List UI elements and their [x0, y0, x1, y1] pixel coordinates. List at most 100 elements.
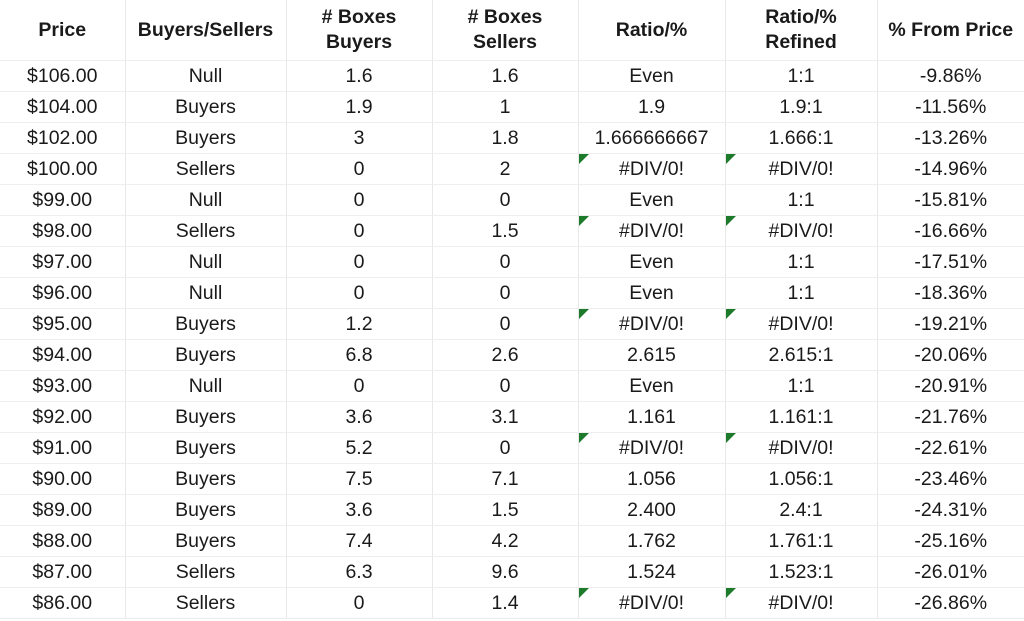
cell-price[interactable]: $104.00	[0, 91, 126, 123]
cell-boxes-sellers[interactable]: 2	[432, 153, 579, 185]
cell-boxes-sellers[interactable]: 3.1	[432, 401, 579, 433]
cell-boxes-sellers[interactable]: 0	[432, 370, 579, 402]
cell-ratio[interactable]: Even	[578, 277, 726, 309]
cell-ratio[interactable]: Even	[578, 370, 726, 402]
cell-boxes-buyers[interactable]: 6.3	[286, 556, 433, 588]
cell-boxes-buyers[interactable]: 1.6	[286, 60, 433, 92]
cell-ratio-refined[interactable]: 1.666:1	[725, 122, 878, 154]
table-row[interactable]: $96.00 Null 0 0 Even 1:1 -18.36%	[0, 277, 1024, 309]
cell-boxes-sellers[interactable]: 7.1	[432, 463, 579, 495]
cell-pct-from-price[interactable]: -17.51%	[877, 246, 1024, 278]
cell-boxes-buyers[interactable]: 1.2	[286, 308, 433, 340]
cell-boxes-sellers[interactable]: 0	[432, 277, 579, 309]
table-row[interactable]: $100.00 Sellers 0 2 #DIV/0! #DIV/0! -14.96%	[0, 153, 1024, 185]
cell-boxes-sellers[interactable]: 9.6	[432, 556, 579, 588]
cell-ratio-refined[interactable]: 1.761:1	[725, 525, 878, 557]
column-header-pct-from-price[interactable]: % From Price	[877, 0, 1024, 61]
table-row[interactable]: $98.00 Sellers 0 1.5 #DIV/0! #DIV/0! -16.66%	[0, 215, 1024, 247]
cell-ratio[interactable]: #DIV/0!	[578, 215, 726, 247]
table-row[interactable]: $106.00 Null 1.6 1.6 Even 1:1 -9.86%	[0, 60, 1024, 92]
cell-price[interactable]: $89.00	[0, 494, 126, 526]
cell-boxes-sellers[interactable]: 1.6	[432, 60, 579, 92]
cell-boxes-sellers[interactable]: 1.4	[432, 587, 579, 619]
cell-buyers-sellers[interactable]: Buyers	[125, 339, 287, 371]
table-row[interactable]: $90.00 Buyers 7.5 7.1 1.056 1.056:1 -23.46%	[0, 463, 1024, 495]
cell-buyers-sellers[interactable]: Sellers	[125, 153, 287, 185]
cell-boxes-sellers[interactable]: 1.5	[432, 494, 579, 526]
cell-boxes-buyers[interactable]: 0	[286, 277, 433, 309]
table-row[interactable]: $86.00 Sellers 0 1.4 #DIV/0! #DIV/0! -26.86%	[0, 587, 1024, 619]
cell-pct-from-price[interactable]: -24.31%	[877, 494, 1024, 526]
cell-ratio[interactable]: 1.666666667	[578, 122, 726, 154]
cell-price[interactable]: $92.00	[0, 401, 126, 433]
table-row[interactable]: $104.00 Buyers 1.9 1 1.9 1.9:1 -11.56%	[0, 91, 1024, 123]
column-header-ratio[interactable]: Ratio/%	[578, 0, 726, 61]
cell-boxes-sellers[interactable]: 0	[432, 308, 579, 340]
cell-pct-from-price[interactable]: -26.86%	[877, 587, 1024, 619]
cell-ratio-refined[interactable]: 2.615:1	[725, 339, 878, 371]
cell-pct-from-price[interactable]: -15.81%	[877, 184, 1024, 216]
column-header-price[interactable]: Price	[0, 0, 126, 61]
cell-ratio-refined[interactable]: 1:1	[725, 184, 878, 216]
cell-price[interactable]: $95.00	[0, 308, 126, 340]
cell-ratio[interactable]: Even	[578, 184, 726, 216]
cell-price[interactable]: $96.00	[0, 277, 126, 309]
cell-buyers-sellers[interactable]: Sellers	[125, 587, 287, 619]
cell-price[interactable]: $88.00	[0, 525, 126, 557]
cell-boxes-sellers[interactable]: 1.8	[432, 122, 579, 154]
cell-boxes-sellers[interactable]: 2.6	[432, 339, 579, 371]
cell-ratio-refined[interactable]: #DIV/0!	[725, 432, 878, 464]
cell-ratio-refined[interactable]: 1.161:1	[725, 401, 878, 433]
table-row[interactable]: $92.00 Buyers 3.6 3.1 1.161 1.161:1 -21.76%	[0, 401, 1024, 433]
cell-price[interactable]: $106.00	[0, 60, 126, 92]
cell-pct-from-price[interactable]: -25.16%	[877, 525, 1024, 557]
cell-ratio-refined[interactable]: #DIV/0!	[725, 215, 878, 247]
table-row[interactable]: $91.00 Buyers 5.2 0 #DIV/0! #DIV/0! -22.61%	[0, 432, 1024, 464]
cell-price[interactable]: $100.00	[0, 153, 126, 185]
cell-boxes-sellers[interactable]: 1	[432, 91, 579, 123]
cell-ratio[interactable]: 1.161	[578, 401, 726, 433]
cell-boxes-sellers[interactable]: 1.5	[432, 215, 579, 247]
table-row[interactable]: $89.00 Buyers 3.6 1.5 2.400 2.4:1 -24.31%	[0, 494, 1024, 526]
cell-boxes-buyers[interactable]: 1.9	[286, 91, 433, 123]
cell-pct-from-price[interactable]: -13.26%	[877, 122, 1024, 154]
cell-buyers-sellers[interactable]: Sellers	[125, 556, 287, 588]
column-header-boxes-sellers[interactable]: # Boxes Sellers	[432, 0, 579, 61]
column-header-ratio-refined[interactable]: Ratio/% Refined	[725, 0, 878, 61]
cell-ratio-refined[interactable]: 1:1	[725, 60, 878, 92]
cell-buyers-sellers[interactable]: Buyers	[125, 91, 287, 123]
cell-ratio-refined[interactable]: #DIV/0!	[725, 153, 878, 185]
cell-boxes-buyers[interactable]: 0	[286, 370, 433, 402]
cell-buyers-sellers[interactable]: Null	[125, 370, 287, 402]
column-header-buyers-sellers[interactable]: Buyers/Sellers	[125, 0, 287, 61]
cell-buyers-sellers[interactable]: Null	[125, 184, 287, 216]
cell-buyers-sellers[interactable]: Buyers	[125, 432, 287, 464]
cell-price[interactable]: $94.00	[0, 339, 126, 371]
table-row[interactable]: $99.00 Null 0 0 Even 1:1 -15.81%	[0, 184, 1024, 216]
cell-pct-from-price[interactable]: -19.21%	[877, 308, 1024, 340]
cell-ratio-refined[interactable]: 1:1	[725, 246, 878, 278]
cell-ratio[interactable]: 2.615	[578, 339, 726, 371]
table-row[interactable]: $93.00 Null 0 0 Even 1:1 -20.91%	[0, 370, 1024, 402]
table-row[interactable]: $87.00 Sellers 6.3 9.6 1.524 1.523:1 -26.01%	[0, 556, 1024, 588]
cell-ratio-refined[interactable]: 1:1	[725, 277, 878, 309]
cell-ratio[interactable]: Even	[578, 246, 726, 278]
cell-ratio[interactable]: #DIV/0!	[578, 432, 726, 464]
cell-buyers-sellers[interactable]: Buyers	[125, 525, 287, 557]
cell-ratio-refined[interactable]: 1:1	[725, 370, 878, 402]
cell-buyers-sellers[interactable]: Buyers	[125, 401, 287, 433]
cell-boxes-buyers[interactable]: 0	[286, 246, 433, 278]
cell-boxes-buyers[interactable]: 3.6	[286, 494, 433, 526]
cell-price[interactable]: $91.00	[0, 432, 126, 464]
cell-pct-from-price[interactable]: -21.76%	[877, 401, 1024, 433]
cell-ratio[interactable]: #DIV/0!	[578, 153, 726, 185]
cell-boxes-buyers[interactable]: 3	[286, 122, 433, 154]
cell-boxes-sellers[interactable]: 0	[432, 184, 579, 216]
cell-buyers-sellers[interactable]: Null	[125, 60, 287, 92]
cell-boxes-buyers[interactable]: 6.8	[286, 339, 433, 371]
cell-pct-from-price[interactable]: -11.56%	[877, 91, 1024, 123]
cell-pct-from-price[interactable]: -18.36%	[877, 277, 1024, 309]
cell-ratio[interactable]: 1.056	[578, 463, 726, 495]
cell-ratio-refined[interactable]: 1.056:1	[725, 463, 878, 495]
cell-buyers-sellers[interactable]: Buyers	[125, 122, 287, 154]
